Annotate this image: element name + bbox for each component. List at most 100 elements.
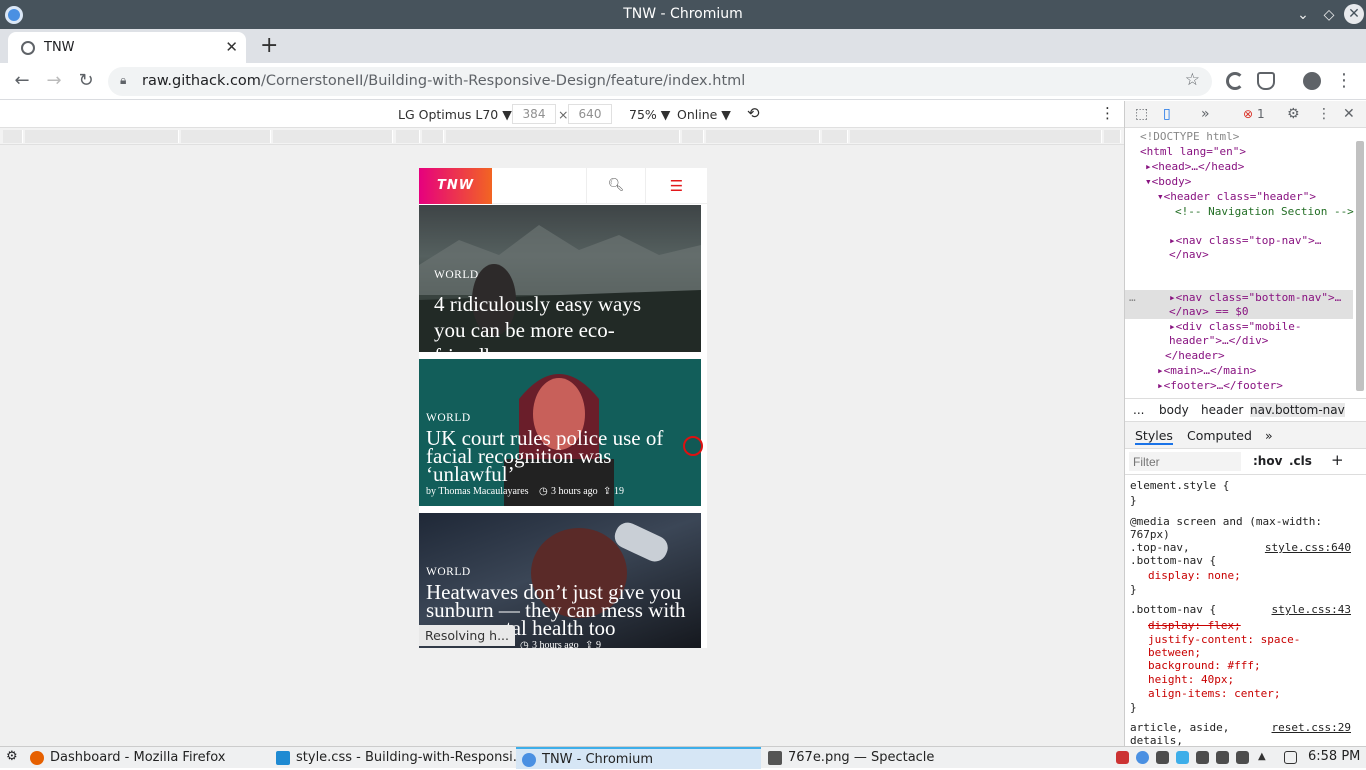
add-rule-icon[interactable]: + <box>1331 451 1344 469</box>
device-toolbar-more-icon[interactable]: ⋮ <box>1100 104 1115 122</box>
rule-selector[interactable]: .bottom-nav { <box>1130 554 1216 567</box>
dom-header[interactable]: ▾<header class="header"> <box>1157 190 1316 204</box>
rule-declaration[interactable]: align-items: center; <box>1148 687 1280 700</box>
dom-header-close[interactable]: </header> <box>1165 349 1225 363</box>
rule-source-link[interactable]: reset.css:29 <box>1272 721 1351 734</box>
tnw-logo[interactable]: TNW <box>419 168 492 204</box>
devtools-menu-icon[interactable]: ⋮ <box>1317 106 1331 122</box>
height-input[interactable]: 640 <box>568 104 612 124</box>
tab-styles[interactable]: Styles <box>1135 428 1173 445</box>
reload-button[interactable]: ↻ <box>74 70 98 91</box>
error-count[interactable]: 1 <box>1257 107 1265 121</box>
inspect-element-icon[interactable]: ⬚ <box>1135 106 1148 122</box>
dom-nav-top[interactable]: ▸<nav class="top-nav">…</nav> <box>1169 234 1349 262</box>
clipboard-icon[interactable] <box>1196 751 1209 764</box>
hov-toggle[interactable]: :hov <box>1253 454 1282 468</box>
error-icon[interactable]: ⊗ <box>1243 107 1253 121</box>
elements-tree[interactable]: <!DOCTYPE html> <html lang="en"> ▸<head>… <box>1125 128 1355 398</box>
article-title[interactable]: 4 ridiculously easy ways you can be more… <box>434 291 674 352</box>
rule-selector[interactable]: details, <box>1130 734 1183 746</box>
article-card[interactable]: WORLD 4 ridiculously easy ways you can b… <box>419 205 701 352</box>
dom-node-ellipsis[interactable]: … <box>1129 291 1136 305</box>
close-window-button[interactable]: ✕ <box>1344 4 1364 24</box>
bookmark-star-icon[interactable]: ☆ <box>1185 70 1200 90</box>
volume-icon[interactable] <box>1216 751 1229 764</box>
dom-main[interactable]: ▸<main>…</main> <box>1157 364 1256 378</box>
address-bar[interactable]: 🔒︎ raw.githack.com/CornerstoneII/Buildin… <box>108 67 1212 96</box>
app-launcher-icon[interactable]: ⚙ <box>6 749 18 764</box>
taskbar-item-chromium[interactable]: TNW - Chromium <box>516 747 761 769</box>
firefox-icon <box>30 751 44 765</box>
rule-declaration[interactable]: display: none; <box>1148 569 1241 582</box>
search-icon[interactable]: 🔍︎ <box>586 168 645 204</box>
rotate-icon[interactable]: ⟲ <box>747 104 760 122</box>
dom-body[interactable]: ▾<body> <box>1145 175 1191 189</box>
device-select[interactable]: LG Optimus L70 ▼ <box>398 107 512 122</box>
article-shares: 19 <box>614 486 624 497</box>
dom-html[interactable]: <html lang="en"> <box>1140 145 1246 159</box>
loading-status-bubble: Resolving h... <box>419 625 515 646</box>
maximize-icon[interactable]: ◇ <box>1318 4 1340 26</box>
dom-doctype[interactable]: <!DOCTYPE html> <box>1140 130 1239 144</box>
breadcrumb-item[interactable]: header <box>1201 403 1243 417</box>
notification-icon[interactable] <box>1116 751 1129 764</box>
profile-avatar-icon[interactable] <box>1303 72 1321 90</box>
rule-element-style[interactable]: element.style { <box>1130 479 1229 492</box>
rule-selector[interactable]: article, aside, <box>1130 721 1229 734</box>
minimize-icon[interactable]: ⌄ <box>1292 4 1314 26</box>
menu-kebab-icon[interactable]: ⋮ <box>1332 70 1356 91</box>
article-card[interactable]: WORLD UK court rules police use of facia… <box>419 359 701 506</box>
dom-mobile-header[interactable]: ▸<div class="mobile-header">…</div> <box>1169 320 1349 348</box>
rule-source-link[interactable]: style.css:43 <box>1272 603 1351 616</box>
dom-footer[interactable]: ▸<footer>…</footer> <box>1157 379 1283 393</box>
back-button[interactable]: ← <box>10 70 34 91</box>
article-title[interactable]: UK court rules police use of facial reco… <box>426 428 691 485</box>
rule-declaration[interactable]: background: #fff; <box>1148 659 1261 672</box>
pocket-icon[interactable] <box>1257 72 1275 90</box>
new-tab-button[interactable]: + <box>260 33 278 58</box>
rule-declaration[interactable]: justify-content: space-between; <box>1148 633 1338 659</box>
dom-head[interactable]: ▸<head>…</head> <box>1145 160 1244 174</box>
extension-icon[interactable] <box>1226 72 1244 90</box>
width-input[interactable]: 384 <box>512 104 556 124</box>
clock[interactable]: 6:58 PM <box>1308 749 1360 764</box>
taskbar-item-firefox[interactable]: Dashboard - Mozilla Firefox <box>24 747 225 769</box>
dom-comment[interactable]: <!-- Navigation Section --> <box>1175 205 1355 219</box>
chromium-tray-icon[interactable] <box>1136 751 1149 764</box>
battery-icon[interactable] <box>1236 751 1249 764</box>
elements-scrollbar[interactable] <box>1356 141 1364 391</box>
breadcrumb-item[interactable]: ... <box>1133 403 1144 417</box>
styles-filter-input[interactable] <box>1129 452 1241 471</box>
hamburger-menu-icon[interactable]: ☰ <box>645 168 707 204</box>
close-tab-icon[interactable]: ✕ <box>225 38 238 56</box>
video-tray-icon[interactable] <box>1176 751 1189 764</box>
rule-selector[interactable]: .top-nav, <box>1130 541 1190 554</box>
breadcrumb-item[interactable]: body <box>1159 403 1189 417</box>
rule-declaration[interactable]: height: 40px; <box>1148 673 1234 686</box>
tray-expand-icon[interactable]: ▲ <box>1258 751 1271 764</box>
media-query-ruler[interactable] <box>0 128 1124 145</box>
breadcrumb-item[interactable]: nav.bottom-nav <box>1250 403 1345 417</box>
taskbar-item-spectacle[interactable]: 767e.png — Spectacle <box>762 747 934 769</box>
taskbar-item-vscode[interactable]: style.css - Building-with-Responsi... <box>270 747 525 769</box>
tray-icon[interactable] <box>1156 751 1169 764</box>
url-host: raw.githack.com <box>142 73 261 89</box>
zoom-select[interactable]: 75% ▼ <box>629 107 670 122</box>
close-devtools-icon[interactable]: ✕ <box>1343 106 1355 122</box>
rule-selector[interactable]: .bottom-nav { <box>1130 603 1216 616</box>
more-tabs-icon[interactable]: » <box>1201 106 1210 122</box>
cls-toggle[interactable]: .cls <box>1289 454 1312 468</box>
device-toggle-icon[interactable]: ▯ <box>1163 106 1171 122</box>
show-desktop-icon[interactable] <box>1284 751 1297 764</box>
rule-close: } <box>1130 494 1137 507</box>
network-throttle-select[interactable]: Online ▼ <box>677 107 731 122</box>
tab-more[interactable]: » <box>1265 428 1273 443</box>
forward-button[interactable]: → <box>42 70 66 91</box>
settings-gear-icon[interactable]: ⚙ <box>1287 106 1300 122</box>
rule-source-link[interactable]: style.css:640 <box>1265 541 1351 554</box>
rule-declaration-overridden[interactable]: display: flex; <box>1148 619 1241 632</box>
dom-nav-bottom[interactable]: ▸<nav class="bottom-nav">…</nav> == $0 <box>1169 291 1349 319</box>
tab-tnw[interactable]: TNW ✕ <box>8 32 246 63</box>
clock-icon: ◷ <box>539 486 548 497</box>
tab-computed[interactable]: Computed <box>1187 428 1252 443</box>
